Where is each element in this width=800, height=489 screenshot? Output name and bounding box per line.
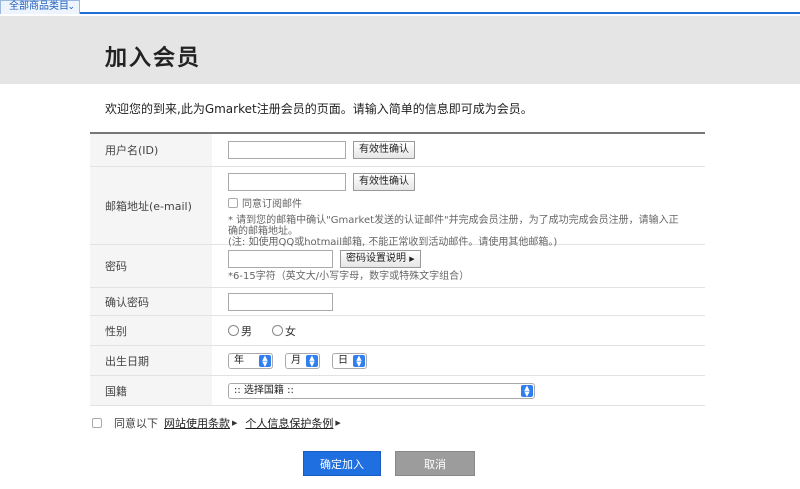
password-help-button[interactable]: 密码设置说明 ▶: [340, 250, 421, 268]
userid-input[interactable]: [228, 141, 346, 159]
nationality-row: 国籍 :: 选择国籍 :: ▲ ▼: [90, 376, 705, 406]
email-label: 邮箱地址(e-mail): [90, 167, 212, 244]
birth-day-value: 日: [338, 354, 348, 366]
gender-female-radio[interactable]: [272, 325, 283, 336]
subscribe-checkbox[interactable]: [228, 197, 238, 208]
welcome-text: 欢迎您的到来,此为Gmarket注册会员的页面。请输入简单的信息即可成为会员。: [105, 102, 533, 116]
confirm-password-input[interactable]: [228, 292, 333, 311]
site-terms-link[interactable]: 网站使用条款: [164, 415, 230, 431]
password-help-label: 密码设置说明: [346, 253, 406, 264]
top-nav-bar: 全部商品类目 ⌄: [0, 0, 800, 14]
terms-checkbox[interactable]: [92, 418, 102, 428]
email-note: * 请到您的邮箱中确认"Gmarket发送的认证邮件"并完成会员注册，为了成功完…: [228, 215, 679, 237]
select-arrows-icon: ▲ ▼: [353, 354, 365, 367]
chevron-down-icon: ⌄: [67, 2, 75, 12]
birth-day-select[interactable]: 日 ▲ ▼: [332, 352, 367, 369]
all-categories-label: 全部商品类目: [9, 1, 69, 12]
select-arrows-icon: ▲ ▼: [521, 384, 533, 397]
birth-year-select[interactable]: 年 ▲ ▼: [228, 352, 273, 369]
confirm-password-label: 确认密码: [90, 288, 212, 315]
confirm-password-row: 确认密码: [90, 288, 705, 316]
all-categories-tab[interactable]: 全部商品类目 ⌄: [0, 0, 80, 14]
subscribe-label: 同意订阅邮件: [242, 199, 302, 210]
password-input[interactable]: [228, 250, 333, 268]
confirm-join-button[interactable]: 确定加入: [303, 451, 381, 476]
arrow-right-icon: ▶: [409, 255, 415, 263]
arrow-right-icon: ▶: [335, 419, 341, 427]
birthdate-label: 出生日期: [90, 346, 212, 375]
birth-year-value: 年: [234, 354, 244, 366]
email-row: 邮箱地址(e-mail) 有效性确认 同意订阅邮件 * 请到您的邮箱中确认"Gm…: [90, 167, 705, 248]
gender-female-label: 女: [285, 324, 296, 338]
gender-male-radio[interactable]: [228, 325, 239, 336]
subscribe-option[interactable]: 同意订阅邮件: [228, 195, 705, 210]
email-input[interactable]: [228, 173, 346, 191]
terms-prefix: 同意以下: [114, 417, 158, 430]
userid-row: 用户名(ID) 有效性确认: [90, 134, 705, 167]
terms-agreement: 同意以下 网站使用条款 ▶ 个人信息保护条例 ▶: [92, 415, 345, 431]
birth-month-value: 月: [291, 354, 301, 366]
nationality-select[interactable]: :: 选择国籍 :: ▲ ▼: [228, 382, 535, 399]
page-title: 加入会员: [105, 46, 202, 71]
nationality-label: 国籍: [90, 376, 212, 405]
email-check-button[interactable]: 有效性确认: [353, 173, 415, 191]
gender-male-label: 男: [241, 324, 252, 338]
gender-row: 性别 男 女: [90, 316, 705, 346]
cancel-button[interactable]: 取消: [395, 451, 475, 476]
userid-label: 用户名(ID): [90, 134, 212, 166]
userid-check-button[interactable]: 有效性确认: [353, 141, 415, 159]
nationality-value: :: 选择国籍 ::: [234, 384, 294, 396]
privacy-policy-link[interactable]: 个人信息保护条例: [245, 415, 333, 431]
birthdate-row: 出生日期 年 ▲ ▼ 月 ▲ ▼ 日 ▲ ▼: [90, 346, 705, 376]
select-arrows-icon: ▲ ▼: [306, 354, 318, 367]
registration-form: 用户名(ID) 有效性确认 邮箱地址(e-mail) 有效性确认 同意订阅邮件 …: [90, 132, 705, 406]
arrow-right-icon: ▶: [232, 419, 238, 427]
page-header: 加入会员: [0, 16, 800, 84]
birth-month-select[interactable]: 月 ▲ ▼: [285, 352, 320, 369]
password-row: 密码 密码设置说明 ▶ *6-15字符（英文大/小写字母，数字或特殊文字组合）: [90, 245, 705, 288]
gender-label: 性别: [90, 316, 212, 345]
password-label: 密码: [90, 245, 212, 287]
select-arrows-icon: ▲ ▼: [259, 354, 271, 367]
password-hint: *6-15字符（英文大/小写字母，数字或特殊文字组合）: [228, 271, 470, 282]
